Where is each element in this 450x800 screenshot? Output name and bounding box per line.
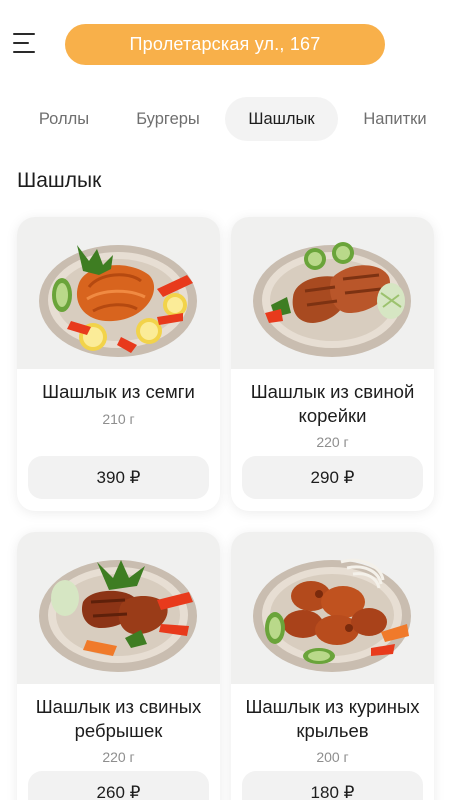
product-weight: 200 г (316, 749, 349, 765)
price-button[interactable]: 290 ₽ (242, 456, 423, 499)
menu-icon[interactable] (13, 33, 37, 55)
product-weight: 210 г (102, 411, 135, 427)
tab-shashlik[interactable]: Шашлык (225, 97, 338, 141)
product-name: Шашлык из свиных ребрышек (35, 696, 202, 741)
price-button[interactable]: 390 ₽ (28, 456, 209, 499)
section-title: Шашлык (17, 169, 102, 192)
address-button[interactable]: Пролетарская ул., 167 (65, 24, 385, 65)
price-button[interactable]: 180 ₽ (242, 771, 423, 800)
product-image (17, 217, 220, 369)
product-weight: 220 г (316, 434, 349, 450)
tab-drinks[interactable]: Напитки (346, 97, 444, 141)
product-name: Шашлык из куриных крыльев (245, 696, 420, 741)
product-image (231, 217, 434, 369)
category-tabs: Роллы Бургеры Шашлык Напитки (0, 97, 450, 141)
tab-burgers[interactable]: Бургеры (119, 97, 217, 141)
price-button[interactable]: 260 ₽ (28, 771, 209, 800)
tab-rolls[interactable]: Роллы (17, 97, 111, 141)
product-name: Шашлык из свиной корейки (250, 381, 415, 426)
product-card[interactable]: Шашлык из семги 210 г 390 ₽ (17, 217, 220, 511)
app-header: Пролетарская ул., 167 (0, 0, 450, 90)
product-card[interactable]: Шашлык из свиных ребрышек 220 г 260 ₽ (17, 532, 220, 800)
product-weight: 220 г (102, 749, 135, 765)
product-image (231, 532, 434, 684)
product-card[interactable]: Шашлык из куриных крыльев 200 г 180 ₽ (231, 532, 434, 800)
product-card[interactable]: Шашлык из свиной корейки 220 г 290 ₽ (231, 217, 434, 511)
product-name: Шашлык из семги (42, 381, 195, 402)
product-image (17, 532, 220, 684)
